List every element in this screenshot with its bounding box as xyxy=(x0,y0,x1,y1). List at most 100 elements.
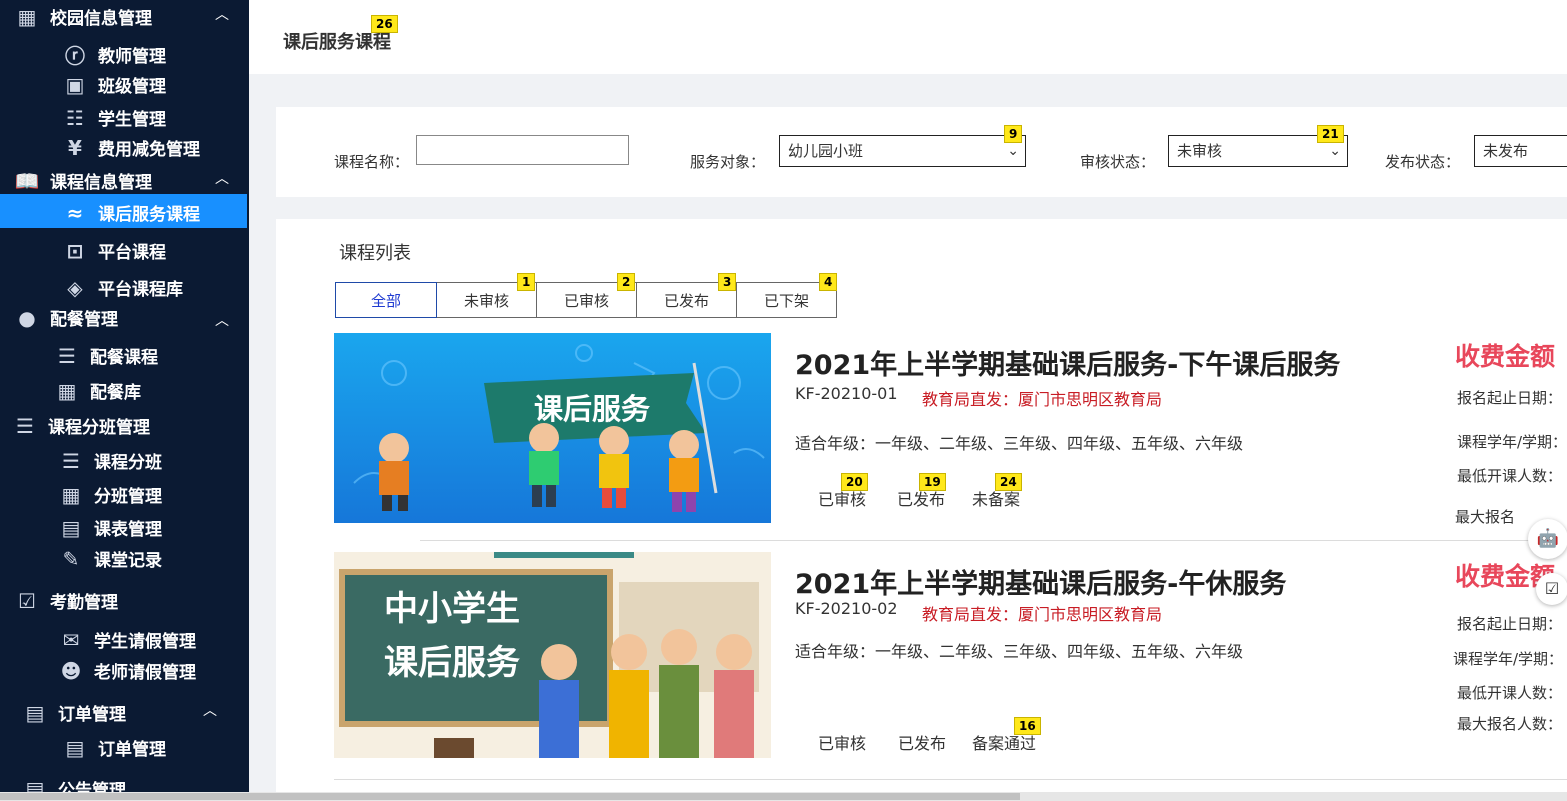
sidebar: ▦ 校园信息管理 ︿ ⓡ 教师管理 ▣ 班级管理 ☷ 学生管理 ¥ 费用减免管理… xyxy=(0,0,249,801)
chalkboard-text-line2: 课后服务 xyxy=(384,643,520,683)
publish-status-select[interactable]: 未发布 xyxy=(1474,135,1567,167)
service-target-select[interactable]: 幼儿园小班 ⌄ xyxy=(779,135,1026,167)
sidebar-item-platform-library[interactable]: ◈ 平台课程库 xyxy=(60,275,183,301)
course-term-label: 课程学年/学期： xyxy=(1453,650,1564,668)
sidebar-item-split-manage[interactable]: ▦ 分班管理 xyxy=(56,482,162,508)
calendar-check-icon: ☑ xyxy=(18,588,36,613)
marker-badge: 3 xyxy=(718,273,737,291)
status-tabs: 全部 未审核 已审核 已发布 已下架 xyxy=(335,282,837,318)
scrollbar-thumb[interactable] xyxy=(0,793,1020,800)
after-school-icon: ≈ xyxy=(66,200,84,225)
split-icon: ☰ xyxy=(62,448,80,473)
record-icon: ✎ xyxy=(62,546,80,571)
course-name-label: 课程名称： xyxy=(334,153,410,171)
sidebar-item-classes[interactable]: ▣ 班级管理 xyxy=(60,72,166,98)
grid-icon: ▦ xyxy=(57,378,77,403)
course-list-panel: 课程列表 全部 未审核 已审核 已发布 已下架 1 2 3 4 课后服务 202… xyxy=(276,219,1567,801)
marker-badge: 21 xyxy=(1317,125,1344,143)
horizontal-scrollbar[interactable] xyxy=(0,792,1567,801)
marker-badge: 16 xyxy=(1014,717,1041,735)
sidebar-item-orders[interactable]: ▤ 订单管理 xyxy=(60,735,166,761)
course-code: KF-20210-01 xyxy=(795,384,898,403)
order-icon: ▤ xyxy=(25,700,45,725)
divider xyxy=(334,779,1567,780)
status-published: 已发布 xyxy=(898,734,947,753)
marker-badge: 26 xyxy=(371,15,398,33)
course-name-input[interactable] xyxy=(416,135,629,165)
sidebar-item-after-school[interactable]: ≈ 课后服务课程 xyxy=(60,200,200,226)
sidebar-item-meal-course[interactable]: ☰ 配餐课程 xyxy=(52,343,158,369)
tab-all[interactable]: 全部 xyxy=(335,282,437,318)
chevron-up-icon[interactable]: ︿ xyxy=(215,4,229,24)
sidebar-item-class-record[interactable]: ✎ 课堂记录 xyxy=(56,546,162,572)
course-title[interactable]: 2021年上半学期基础课后服务-午休服务 xyxy=(795,562,1286,601)
course-grades: 适合年级：一年级、二年级、三年级、四年级、五年级、六年级 xyxy=(795,642,1244,661)
chevron-up-icon[interactable]: ︿ xyxy=(215,310,229,330)
max-enroll-label: 最大报名 xyxy=(1455,508,1516,526)
filter-panel: 课程名称： 服务对象： 幼儿园小班 ⌄ 9 审核状态： 未审核 ⌄ 21 发布状… xyxy=(276,107,1567,197)
course-card[interactable]: 课后服务 2021年上半学期基础课后服务-下午课后服务 KF-20210-01 … xyxy=(334,333,1567,543)
marker-badge: 20 xyxy=(841,473,868,491)
top-bar: 课后服务课程 26 xyxy=(249,0,1567,74)
platform-course-icon: ⊡ xyxy=(66,238,84,263)
course-card[interactable]: 中小学生 课后服务 2021年上半学期基础课后服务-午休服务 KF-20210-… xyxy=(334,552,1567,762)
course-title[interactable]: 2021年上半学期基础课后服务-下午课后服务 xyxy=(795,343,1340,382)
enroll-period-label: 报名起止日期： xyxy=(1457,615,1563,633)
feedback-icon[interactable]: ☑ xyxy=(1536,573,1567,605)
nav-group-class-split[interactable]: ☰ 课程分班管理 xyxy=(10,413,150,439)
fee-label: 收费金额 xyxy=(1455,342,1556,371)
dining-icon: ● xyxy=(18,305,36,330)
chevron-up-icon[interactable]: ︿ xyxy=(203,700,217,720)
yuan-icon: ¥ xyxy=(68,135,82,160)
nav-group-campus[interactable]: ▦ 校园信息管理 xyxy=(12,4,152,30)
marker-badge: 2 xyxy=(617,273,636,291)
marker-badge: 4 xyxy=(819,273,838,291)
sidebar-item-platform-course[interactable]: ⊡ 平台课程 xyxy=(60,238,166,264)
nav-group-course-info[interactable]: 📖 课程信息管理 xyxy=(12,168,152,194)
marker-badge: 1 xyxy=(517,273,536,291)
course-image[interactable]: 中小学生 课后服务 xyxy=(334,552,771,758)
school-icon: ▦ xyxy=(17,4,37,29)
nav-group-dining[interactable]: ● 配餐管理 xyxy=(12,305,118,331)
nav-group-attendance[interactable]: ☑ 考勤管理 xyxy=(12,588,118,614)
sidebar-item-students[interactable]: ☷ 学生管理 xyxy=(60,105,166,131)
order-icon: ▤ xyxy=(65,735,85,760)
min-students-label: 最低开课人数： xyxy=(1457,467,1563,485)
sidebar-item-meal-library[interactable]: ▦ 配餐库 xyxy=(52,378,141,404)
status-reviewed: 已审核 xyxy=(818,734,867,753)
classroom-icon: ▣ xyxy=(65,72,85,97)
course-image[interactable]: 课后服务 xyxy=(334,333,771,523)
layers-icon: ◈ xyxy=(67,275,83,300)
timetable-icon: ▤ xyxy=(61,515,81,540)
sidebar-item-teachers[interactable]: ⓡ 教师管理 xyxy=(60,40,166,69)
student-icon: ☷ xyxy=(66,105,84,130)
review-status-label: 审核状态： xyxy=(1080,153,1156,171)
sidebar-item-teacher-leave[interactable]: ☻ 老师请假管理 xyxy=(56,658,196,684)
course-issuer: 教育局直发：厦门市思明区教育局 xyxy=(922,605,1163,624)
service-target-label: 服务对象： xyxy=(690,153,766,171)
chevron-up-icon[interactable]: ︿ xyxy=(215,168,229,188)
meal-course-icon: ☰ xyxy=(58,343,76,368)
teacher-leave-icon: ☻ xyxy=(60,658,82,683)
marker-badge: 19 xyxy=(919,473,946,491)
grid-icon: ▦ xyxy=(61,482,81,507)
after-school-illustration: 课后服务 xyxy=(334,333,771,523)
class-split-icon: ☰ xyxy=(16,413,34,438)
main-content: 课后服务课程 26 课程名称： 服务对象： 幼儿园小班 ⌄ 9 审核状态： 未审… xyxy=(249,0,1567,801)
teacher-icon: ⓡ xyxy=(65,44,85,68)
marker-badge: 9 xyxy=(1004,125,1023,143)
chat-bot-icon[interactable]: 🤖 xyxy=(1528,519,1567,559)
enroll-period-label: 报名起止日期： xyxy=(1457,389,1563,407)
image-banner-text: 课后服务 xyxy=(534,392,650,426)
leave-icon: ✉ xyxy=(62,627,80,652)
sidebar-item-course-split[interactable]: ☰ 课程分班 xyxy=(56,448,162,474)
sidebar-item-fee-reduction[interactable]: ¥ 费用减免管理 xyxy=(60,135,200,161)
sidebar-item-student-leave[interactable]: ✉ 学生请假管理 xyxy=(56,627,196,653)
chalkboard-text-line1: 中小学生 xyxy=(384,589,520,629)
course-grades: 适合年级：一年级、二年级、三年级、四年级、五年级、六年级 xyxy=(795,434,1244,453)
students-chalkboard-illustration: 中小学生 课后服务 xyxy=(334,552,771,758)
marker-badge: 24 xyxy=(995,473,1022,491)
course-term-label: 课程学年/学期： xyxy=(1457,433,1567,451)
nav-group-orders[interactable]: ▤ 订单管理 xyxy=(20,700,126,726)
sidebar-item-timetable[interactable]: ▤ 课表管理 xyxy=(56,515,162,541)
